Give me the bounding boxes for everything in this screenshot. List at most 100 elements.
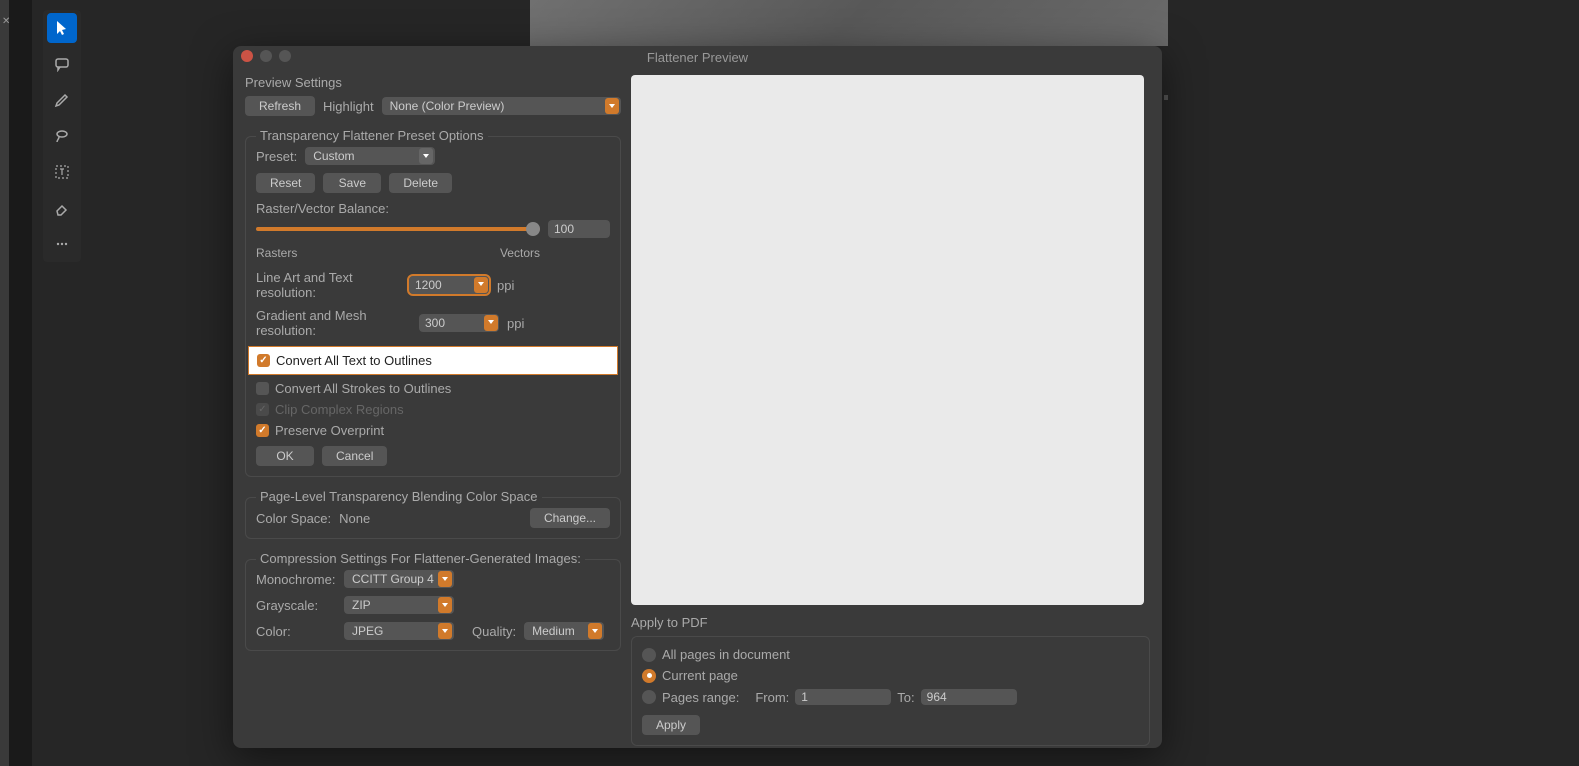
- apply-to-pdf-group: All pages in document Current page Pages…: [631, 636, 1150, 746]
- clip-complex-checkbox: [256, 403, 269, 416]
- flattener-preview-dialog: Flattener Preview Preview Settings Refre…: [233, 46, 1162, 748]
- chevron-down-icon: [438, 597, 452, 613]
- chevron-down-icon: [438, 571, 452, 587]
- tool-palette: [43, 10, 81, 262]
- pages-range-radio[interactable]: [642, 690, 656, 704]
- apply-button[interactable]: Apply: [642, 715, 700, 735]
- to-label: To:: [897, 690, 914, 705]
- current-page-label: Current page: [662, 668, 738, 683]
- text-frame-tool[interactable]: [47, 157, 77, 187]
- slider-thumb[interactable]: [526, 222, 540, 236]
- close-icon[interactable]: ✕: [2, 16, 10, 27]
- document-edge-marker: [1164, 95, 1168, 100]
- lasso-tool[interactable]: [47, 121, 77, 151]
- preserve-overprint-label: Preserve Overprint: [275, 423, 384, 438]
- chevron-down-icon: [484, 315, 498, 331]
- refresh-button[interactable]: Refresh: [245, 96, 315, 116]
- convert-text-checkbox[interactable]: [257, 354, 270, 367]
- clip-complex-label: Clip Complex Regions: [275, 402, 404, 417]
- pages-range-label: Pages range:: [662, 690, 739, 705]
- color-value: JPEG: [352, 624, 383, 638]
- gradient-resolution-combo[interactable]: [419, 314, 499, 332]
- quality-value: Medium: [532, 624, 575, 638]
- eraser-tool[interactable]: [47, 193, 77, 223]
- monochrome-select[interactable]: CCITT Group 4: [344, 570, 454, 588]
- monochrome-label: Monochrome:: [256, 572, 336, 587]
- chevron-down-icon: [419, 148, 433, 164]
- save-button[interactable]: Save: [323, 173, 381, 193]
- all-pages-label: All pages in document: [662, 647, 790, 662]
- line-art-unit: ppi: [497, 278, 514, 293]
- vectors-label: Vectors: [500, 246, 540, 260]
- selection-tool[interactable]: [47, 13, 77, 43]
- preserve-overprint-checkbox[interactable]: [256, 424, 269, 437]
- app-left-edge: ✕: [0, 0, 9, 766]
- current-page-radio[interactable]: [642, 669, 656, 683]
- blending-group: Page-Level Transparency Blending Color S…: [245, 497, 621, 539]
- convert-strokes-checkbox[interactable]: [256, 382, 269, 395]
- monochrome-value: CCITT Group 4: [352, 572, 434, 586]
- color-label: Color:: [256, 624, 336, 639]
- line-art-resolution-combo[interactable]: [409, 276, 489, 294]
- highlight-label: Highlight: [323, 99, 374, 114]
- compression-group: Compression Settings For Flattener-Gener…: [245, 559, 621, 651]
- convert-text-label: Convert All Text to Outlines: [276, 353, 432, 368]
- preset-label: Preset:: [256, 149, 297, 164]
- from-input[interactable]: [795, 689, 891, 705]
- chevron-down-icon: [474, 277, 488, 293]
- from-label: From:: [755, 690, 789, 705]
- document-image-strip: [530, 0, 1168, 46]
- chevron-down-icon: [438, 623, 452, 639]
- window-controls: [241, 50, 291, 62]
- all-pages-radio[interactable]: [642, 648, 656, 662]
- chevron-down-icon: [605, 98, 619, 114]
- cancel-button[interactable]: Cancel: [322, 446, 387, 466]
- quality-select[interactable]: Medium: [524, 622, 604, 640]
- preview-settings-label: Preview Settings: [245, 75, 621, 90]
- balance-label: Raster/Vector Balance:: [256, 201, 610, 216]
- grayscale-value: ZIP: [352, 598, 371, 612]
- preset-select[interactable]: Custom: [305, 147, 435, 165]
- grayscale-label: Grayscale:: [256, 598, 336, 613]
- color-select[interactable]: JPEG: [344, 622, 454, 640]
- convert-text-checkbox-row[interactable]: Convert All Text to Outlines: [248, 346, 618, 375]
- chevron-down-icon: [588, 623, 602, 639]
- clip-complex-checkbox-row: Clip Complex Regions: [256, 402, 610, 417]
- dialog-titlebar[interactable]: Flattener Preview: [233, 46, 1162, 65]
- grayscale-select[interactable]: ZIP: [344, 596, 454, 614]
- preview-pane: [631, 75, 1144, 605]
- color-space-label: Color Space:: [256, 511, 331, 526]
- blending-label: Page-Level Transparency Blending Color S…: [256, 489, 542, 504]
- to-input[interactable]: [921, 689, 1017, 705]
- compression-label: Compression Settings For Flattener-Gener…: [256, 551, 585, 566]
- flattener-options-group: Transparency Flattener Preset Options Pr…: [245, 136, 621, 477]
- minimize-window-button[interactable]: [260, 50, 272, 62]
- preset-select-value: Custom: [313, 149, 354, 163]
- flattener-options-label: Transparency Flattener Preset Options: [256, 128, 488, 143]
- close-window-button[interactable]: [241, 50, 253, 62]
- highlight-select[interactable]: None (Color Preview): [382, 97, 621, 115]
- color-space-value: None: [339, 511, 370, 526]
- delete-button[interactable]: Delete: [389, 173, 452, 193]
- zoom-window-button[interactable]: [279, 50, 291, 62]
- convert-strokes-checkbox-row[interactable]: Convert All Strokes to Outlines: [256, 381, 610, 396]
- rasters-label: Rasters: [256, 246, 297, 260]
- reset-button[interactable]: Reset: [256, 173, 315, 193]
- change-button[interactable]: Change...: [530, 508, 610, 528]
- quality-label: Quality:: [472, 624, 516, 639]
- comment-tool[interactable]: [47, 49, 77, 79]
- pages-range-radio-row[interactable]: Pages range: From: To:: [642, 689, 1139, 705]
- highlight-select-value: None (Color Preview): [390, 99, 505, 113]
- apply-to-pdf-label: Apply to PDF: [631, 615, 1150, 630]
- more-tools[interactable]: [47, 229, 77, 259]
- balance-slider[interactable]: [256, 227, 540, 231]
- gradient-unit: ppi: [507, 316, 524, 331]
- balance-value-input[interactable]: [548, 220, 610, 238]
- ok-button[interactable]: OK: [256, 446, 314, 466]
- line-art-label: Line Art and Text resolution:: [256, 270, 401, 300]
- all-pages-radio-row[interactable]: All pages in document: [642, 647, 1139, 662]
- highlight-tool[interactable]: [47, 85, 77, 115]
- preserve-overprint-checkbox-row[interactable]: Preserve Overprint: [256, 423, 610, 438]
- current-page-radio-row[interactable]: Current page: [642, 668, 1139, 683]
- gradient-label: Gradient and Mesh resolution:: [256, 308, 411, 338]
